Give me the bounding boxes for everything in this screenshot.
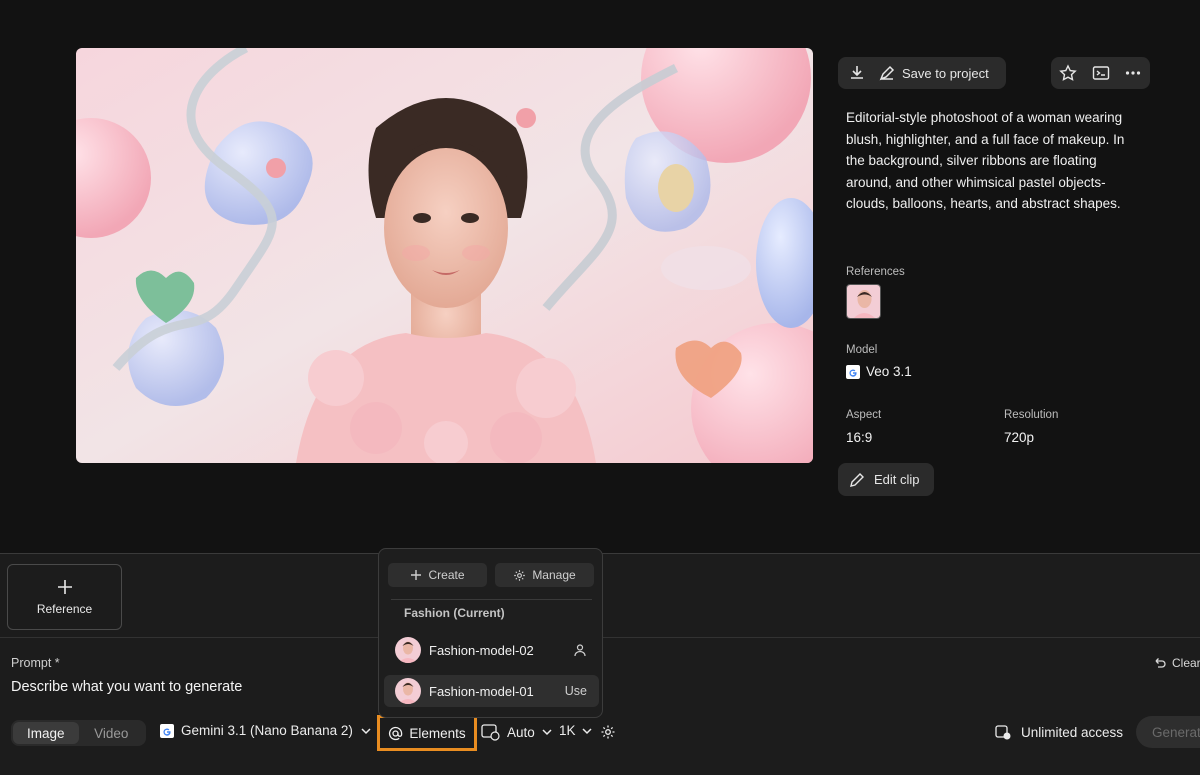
unlimited-access-label: Unlimited access	[1021, 724, 1124, 740]
save-to-project-button[interactable]: Save to project	[878, 64, 989, 82]
element-item-name: Fashion-model-02	[429, 642, 534, 658]
aspect-ratio-icon	[481, 723, 501, 741]
model-select-value: Gemini 3.1 (Nano Banana 2)	[181, 723, 353, 738]
elements-popover: Create Manage Fashion (Current) Fashion-…	[378, 548, 603, 718]
gear-icon	[600, 724, 616, 740]
aspect-label: Aspect	[846, 409, 882, 421]
resolution-select-value: 1K	[559, 723, 576, 738]
aspect-select[interactable]: Auto	[481, 723, 553, 741]
popover-divider	[391, 599, 592, 600]
reference-thumbnail[interactable]	[846, 284, 881, 319]
download-icon[interactable]	[848, 64, 866, 82]
generated-image[interactable]	[76, 48, 813, 463]
image-description: Editorial-style photoshoot of a woman we…	[846, 110, 1125, 212]
more-icon[interactable]	[1124, 64, 1142, 82]
resolution-select[interactable]: 1K	[559, 723, 593, 738]
settings-button[interactable]	[600, 724, 616, 740]
element-avatar	[395, 637, 421, 663]
star-icon[interactable]	[1059, 64, 1077, 82]
references-label: References	[846, 266, 905, 278]
pencil-icon	[848, 471, 866, 489]
manage-elements-button[interactable]: Manage	[495, 563, 594, 587]
plus-icon	[56, 578, 74, 596]
aspect-value: 16:9	[846, 430, 873, 445]
element-avatar	[395, 678, 421, 704]
undo-icon	[1153, 656, 1167, 670]
element-item-name: Fashion-model-01	[429, 683, 534, 699]
edit-clip-button[interactable]: Edit clip	[838, 463, 934, 496]
element-item-fashion-model-02[interactable]: Fashion-model-02	[384, 634, 599, 666]
element-group-label: Fashion (Current)	[404, 606, 505, 620]
unlimited-access-indicator[interactable]: Unlimited access	[995, 724, 1123, 740]
plus-icon	[410, 569, 422, 581]
generate-label: Generate	[1152, 724, 1200, 740]
use-element-button[interactable]: Use	[565, 684, 587, 698]
generate-button[interactable]: Generate	[1136, 716, 1200, 748]
google-icon	[160, 723, 174, 738]
create-label: Create	[428, 568, 465, 582]
save-to-project-label: Save to project	[902, 65, 989, 81]
elements-label: Elements	[409, 725, 466, 741]
google-icon	[846, 364, 860, 379]
resolution-value: 720p	[1004, 430, 1035, 445]
add-reference-button[interactable]: Reference	[7, 564, 122, 630]
mode-image-tab[interactable]: Image	[13, 722, 79, 744]
create-element-button[interactable]: Create	[388, 563, 487, 587]
prompt-label: Prompt *	[11, 656, 60, 670]
media-mode-toggle: Image Video	[11, 720, 146, 746]
unlimited-access-icon	[995, 724, 1011, 740]
model-value: Veo 3.1	[866, 364, 912, 379]
reference-label: Reference	[36, 602, 93, 616]
resolution-label: Resolution	[1004, 409, 1059, 421]
clear-label: Clear	[1172, 656, 1200, 670]
at-sign-icon	[388, 726, 403, 741]
model-select[interactable]: Gemini 3.1 (Nano Banana 2)	[160, 723, 372, 738]
image-tools	[1051, 57, 1150, 89]
aspect-select-value: Auto	[507, 724, 535, 740]
elements-button[interactable]: Elements	[377, 715, 477, 751]
element-item-fashion-model-01[interactable]: Fashion-model-01 Use	[384, 675, 599, 707]
gear-icon	[513, 569, 526, 582]
clear-button[interactable]: Clear	[1153, 656, 1200, 670]
save-toolbar: Save to project	[838, 57, 1006, 89]
person-icon[interactable]	[573, 643, 587, 657]
edit-clip-label: Edit clip	[874, 472, 920, 487]
chevron-down-icon	[541, 726, 553, 738]
save-to-project-icon	[878, 64, 896, 82]
chevron-down-icon	[360, 725, 372, 737]
chevron-down-icon	[581, 725, 593, 737]
model-label: Model	[846, 344, 878, 356]
manage-label: Manage	[532, 568, 576, 582]
prompt-terminal-icon[interactable]	[1092, 64, 1110, 82]
mode-video-tab[interactable]: Video	[79, 722, 145, 744]
